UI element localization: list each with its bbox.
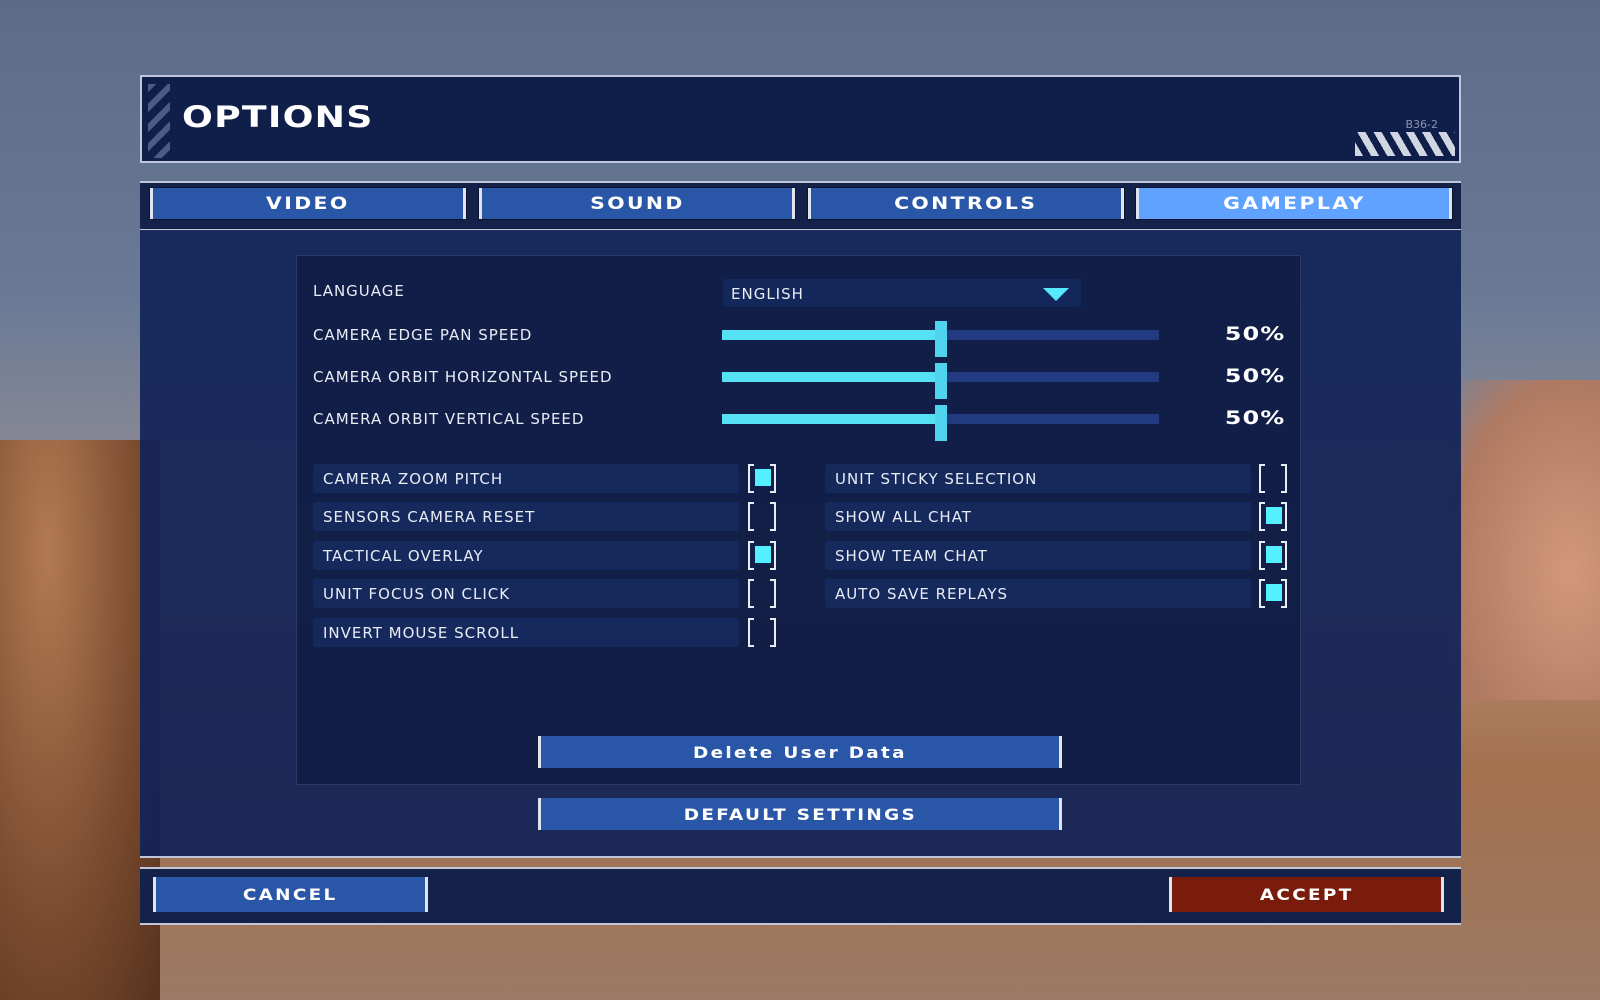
slider-value: 50% — [1224, 323, 1285, 345]
accept-button[interactable]: ACCEPT — [1169, 877, 1444, 912]
language-value: ENGLISH — [731, 285, 804, 303]
checkbox[interactable] — [1259, 541, 1287, 570]
tab-label: CONTROLS — [894, 193, 1038, 214]
toggle-label: UNIT STICKY SELECTION — [835, 470, 1038, 488]
toggle-row: UNIT STICKY SELECTION — [825, 464, 1251, 493]
toggle-label: UNIT FOCUS ON CLICK — [323, 585, 511, 603]
toggle-label: CAMERA ZOOM PITCH — [323, 470, 504, 488]
slider-track[interactable] — [722, 363, 1159, 399]
slider-label: CAMERA ORBIT VERTICAL SPEED — [313, 410, 585, 428]
toggle-row: UNIT FOCUS ON CLICK — [313, 579, 739, 608]
tab-gameplay[interactable]: GAMEPLAY — [1135, 187, 1453, 220]
toggle-row: SHOW ALL CHAT — [825, 502, 1251, 531]
language-label: LANGUAGE — [313, 282, 405, 300]
slider-thumb[interactable] — [934, 405, 947, 441]
tab-label: SOUND — [589, 193, 685, 214]
delete-user-data-button[interactable]: Delete User Data — [538, 736, 1062, 768]
tab-controls[interactable]: CONTROLS — [807, 187, 1125, 220]
toggle-row: INVERT MOUSE SCROLL — [313, 618, 739, 647]
checkbox[interactable] — [1259, 579, 1287, 608]
toggle-row: SENSORS CAMERA RESET — [313, 502, 739, 531]
check-mark — [1266, 507, 1282, 524]
panel-code: B36-2 — [1405, 118, 1438, 131]
button-label: ACCEPT — [1259, 885, 1354, 904]
checkbox[interactable] — [748, 541, 776, 570]
slider-value: 50% — [1224, 365, 1285, 387]
button-label: Delete User Data — [693, 742, 907, 762]
slider-fill — [722, 372, 941, 382]
toggle-label: AUTO SAVE REPLAYS — [835, 585, 1009, 603]
cancel-button[interactable]: CANCEL — [153, 877, 428, 912]
slider-label: CAMERA ORBIT HORIZONTAL SPEED — [313, 368, 613, 386]
checkbox[interactable] — [1259, 464, 1287, 493]
slider-value: 50% — [1224, 407, 1285, 429]
slider-label: CAMERA EDGE PAN SPEED — [313, 326, 533, 344]
tab-video[interactable]: VIDEO — [149, 187, 467, 220]
slider-fill — [722, 414, 941, 424]
toggle-label: SENSORS CAMERA RESET — [323, 508, 536, 526]
tab-sound[interactable]: SOUND — [478, 187, 796, 220]
slider-track[interactable] — [722, 321, 1159, 357]
toggle-row: TACTICAL OVERLAY — [313, 541, 739, 570]
toggle-row: SHOW TEAM CHAT — [825, 541, 1251, 570]
slider-fill — [722, 330, 941, 340]
tab-label: GAMEPLAY — [1222, 193, 1366, 214]
hatch-decoration — [1355, 132, 1455, 156]
checkbox[interactable] — [748, 502, 776, 531]
page-title: OPTIONS — [182, 100, 374, 134]
button-label: CANCEL — [243, 885, 338, 904]
check-mark — [1266, 584, 1282, 601]
background-dune — [0, 440, 160, 1000]
check-mark — [755, 546, 771, 563]
toggle-row: AUTO SAVE REPLAYS — [825, 579, 1251, 608]
checkbox[interactable] — [748, 579, 776, 608]
chevron-down-icon — [1043, 288, 1069, 301]
checkbox[interactable] — [748, 618, 776, 647]
checkbox[interactable] — [748, 464, 776, 493]
toggle-label: SHOW ALL CHAT — [835, 508, 972, 526]
slider-thumb[interactable] — [934, 321, 947, 357]
stripe-decoration — [148, 84, 170, 158]
toggle-row: CAMERA ZOOM PITCH — [313, 464, 739, 493]
slider-track[interactable] — [722, 405, 1159, 441]
toggle-label: TACTICAL OVERLAY — [323, 547, 484, 565]
check-mark — [755, 469, 771, 486]
background-dune — [1450, 380, 1600, 700]
toggle-label: INVERT MOUSE SCROLL — [323, 624, 520, 642]
slider-thumb[interactable] — [934, 363, 947, 399]
default-settings-button[interactable]: DEFAULT SETTINGS — [538, 798, 1062, 830]
button-label: DEFAULT SETTINGS — [683, 804, 917, 824]
tab-label: VIDEO — [266, 193, 350, 214]
checkbox[interactable] — [1259, 502, 1287, 531]
language-dropdown[interactable]: ENGLISH — [723, 279, 1081, 307]
toggle-label: SHOW TEAM CHAT — [835, 547, 988, 565]
check-mark — [1266, 546, 1282, 563]
